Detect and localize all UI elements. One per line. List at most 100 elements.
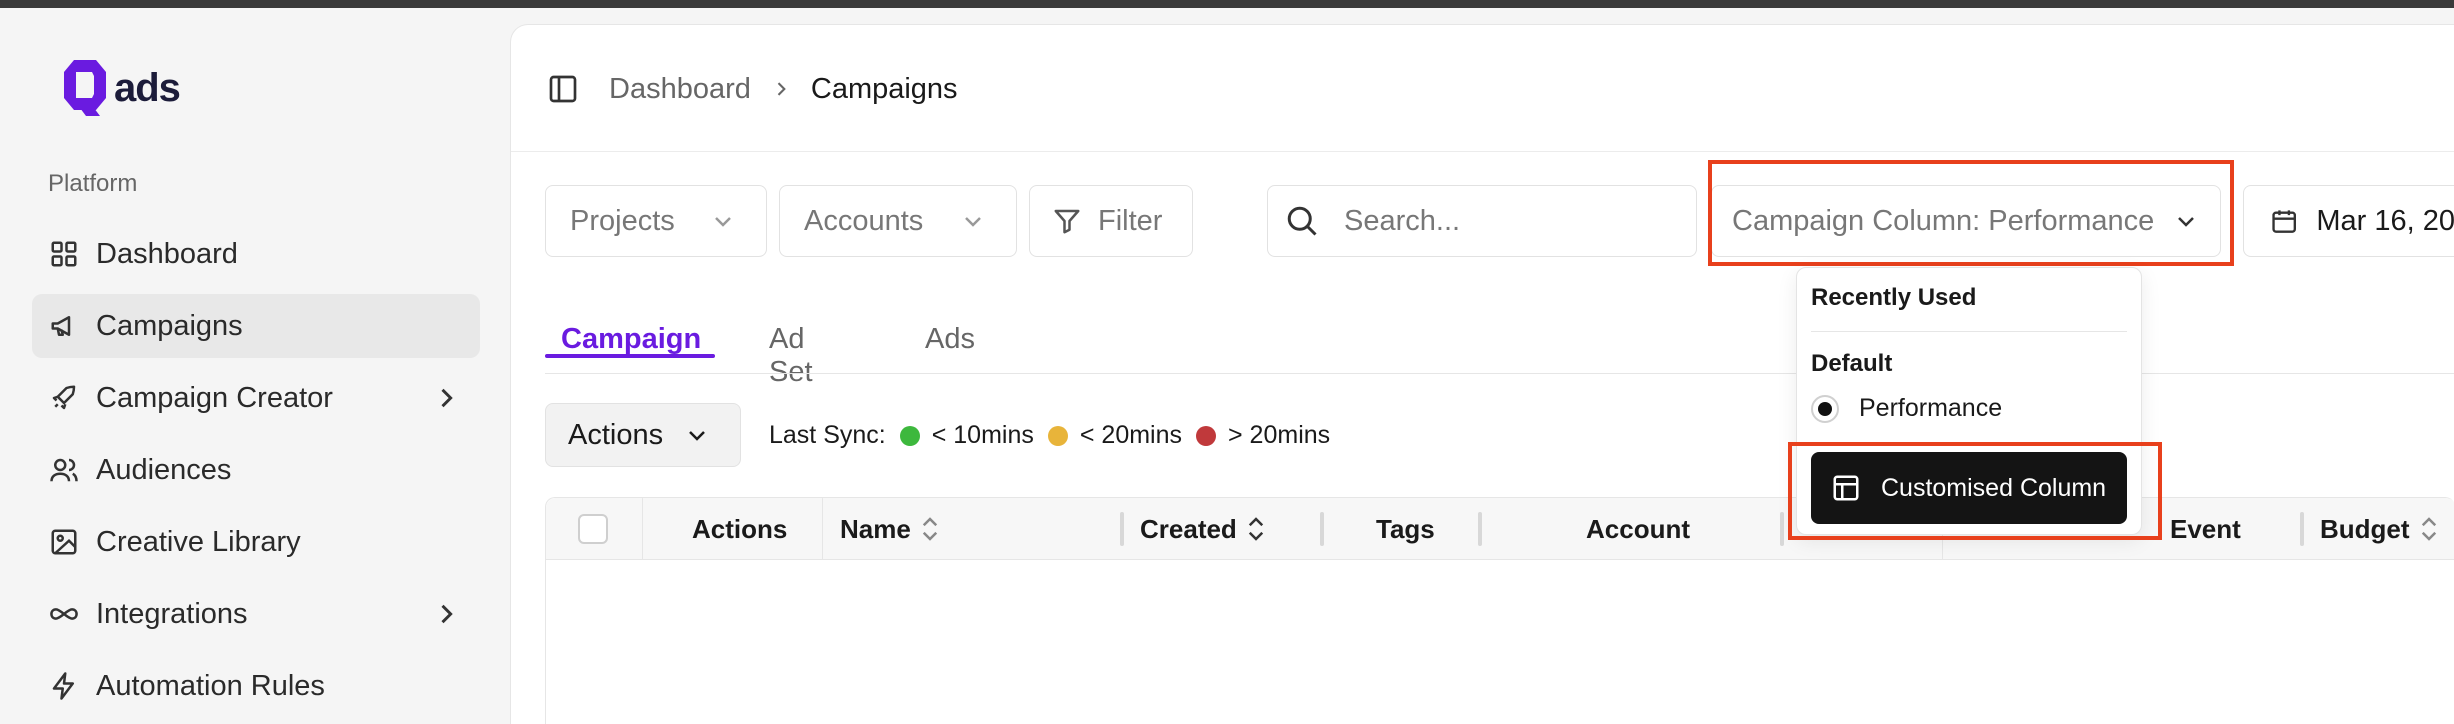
sidebar-item-label: Campaigns: [96, 309, 243, 342]
users-icon: [48, 454, 80, 486]
bolt-icon: [48, 670, 80, 702]
sidebar-item-label: Dashboard: [96, 237, 238, 270]
accounts-label: Accounts: [804, 204, 924, 237]
sidebar-item-label: Campaign Creator: [96, 381, 333, 414]
tabs-divider: [545, 373, 2454, 374]
column-preset-menu: Recently Used Default Performance Custom…: [1796, 267, 2142, 535]
column-header-created[interactable]: Created: [1140, 498, 1267, 560]
image-icon: [48, 526, 80, 558]
column-header-budget[interactable]: Budget: [2320, 498, 2440, 560]
sync-status-yellow-dot: [1047, 425, 1068, 446]
filter-icon: [1054, 209, 1080, 234]
campaign-column-label: Campaign Column: Performance: [1732, 204, 2155, 237]
logo-text: ads: [114, 65, 181, 110]
filter-label: Filter: [1098, 204, 1163, 237]
select-all-checkbox[interactable]: [578, 514, 608, 544]
customised-column-label: Customised Column: [1881, 473, 2107, 502]
tab-ads[interactable]: Ads: [925, 323, 975, 383]
sidebar-item-label: Automation Rules: [96, 669, 325, 702]
column-header-event: Event: [2170, 498, 2241, 560]
logo[interactable]: ads: [60, 58, 181, 118]
last-sync-label: Last Sync:: [769, 421, 886, 449]
radio-selected[interactable]: [1811, 394, 1839, 423]
chevron-right-icon: [777, 82, 786, 96]
sidebar-item-campaign-creator[interactable]: Campaign Creator: [32, 366, 480, 430]
sidebar-toggle-icon[interactable]: [547, 73, 579, 105]
sync-level-stale: > 20mins: [1228, 421, 1331, 449]
column-header-label: Name: [840, 513, 911, 544]
sidebar-item-automation-rules[interactable]: Automation Rules: [32, 654, 480, 718]
sort-icon[interactable]: [1245, 514, 1267, 544]
sidebar-item-dashboard[interactable]: Dashboard: [32, 222, 480, 286]
rocket-icon: [48, 382, 80, 414]
column-resize-handle[interactable]: [1478, 512, 1482, 546]
chevron-down-icon: [714, 217, 731, 227]
table-header: Actions Name Created Tags Account Event …: [546, 498, 2454, 560]
actions-button[interactable]: Actions: [545, 403, 741, 467]
date-range-picker[interactable]: Mar 16, 20: [2243, 185, 2454, 257]
search-input[interactable]: Search...: [1267, 185, 1697, 257]
sync-level-fresh: < 10mins: [931, 421, 1034, 449]
breadcrumb-parent[interactable]: Dashboard: [609, 73, 751, 106]
tab-ad-set[interactable]: Ad Set: [769, 323, 813, 388]
column-header-label: Created: [1140, 513, 1237, 544]
search-placeholder: Search...: [1344, 204, 1461, 237]
sidebar-item-integrations[interactable]: Integrations: [32, 582, 480, 646]
filter-button[interactable]: Filter: [1029, 185, 1193, 257]
date-range-label: Mar 16, 20: [2316, 204, 2454, 237]
sync-status-red-dot: [1196, 425, 1217, 446]
column-header-account: Account: [1586, 498, 1690, 560]
sync-status-green-dot: [899, 425, 920, 446]
column-header-tags: Tags: [1376, 498, 1435, 560]
projects-dropdown[interactable]: Projects: [545, 185, 767, 257]
breadcrumb-current: Campaigns: [810, 72, 958, 105]
column-header-actions: Actions: [692, 498, 787, 560]
tab-campaign[interactable]: Campaign: [561, 323, 701, 383]
column-divider: [642, 498, 643, 560]
calendar-icon: [2272, 210, 2296, 233]
accounts-dropdown[interactable]: Accounts: [779, 185, 1017, 257]
column-resize-handle[interactable]: [2300, 512, 2304, 546]
sort-icon[interactable]: [2418, 514, 2440, 544]
sidebar-item-label: Creative Library: [96, 525, 301, 558]
chevron-down-icon: [965, 217, 982, 227]
preset-option-performance[interactable]: Performance: [1811, 394, 2002, 423]
actions-label: Actions: [568, 418, 664, 451]
chevron-down-icon: [689, 431, 705, 441]
recently-used-heading: Recently Used: [1811, 284, 1977, 311]
search-icon: [1287, 206, 1317, 236]
last-sync-legend: Last Sync: < 10mins < 20mins > 20mins: [769, 421, 1330, 450]
infinity-icon: [48, 598, 80, 630]
header-divider: [511, 151, 2454, 152]
column-header-label: Account: [1586, 513, 1690, 544]
sidebar-item-audiences[interactable]: Audiences: [32, 438, 480, 502]
column-header-label: Budget: [2320, 513, 2410, 544]
main-panel: Dashboard Campaigns Projects Accounts Fi…: [510, 24, 2454, 724]
sidebar: ads Platform Dashboard Campaigns Campaig…: [0, 8, 510, 724]
campaigns-table: Actions Name Created Tags Account Event …: [545, 497, 2454, 724]
breadcrumb: Dashboard Campaigns: [547, 69, 958, 109]
chevron-down-icon: [2178, 217, 2195, 227]
menu-divider: [1811, 331, 2127, 332]
sort-icon[interactable]: [919, 514, 941, 544]
preset-option-label: Performance: [1859, 394, 2003, 422]
campaign-column-select[interactable]: Campaign Column: Performance: [1711, 185, 2221, 257]
table-layout-icon: [1833, 475, 1859, 501]
sidebar-item-creative-library[interactable]: Creative Library: [32, 510, 480, 574]
megaphone-icon: [48, 310, 80, 342]
sync-level-medium: < 20mins: [1079, 421, 1183, 449]
sidebar-item-label: Audiences: [96, 453, 232, 486]
column-resize-handle[interactable]: [1320, 512, 1324, 546]
chevron-right-icon[interactable]: [432, 600, 460, 628]
default-heading: Default: [1811, 350, 1893, 377]
column-divider: [822, 498, 823, 560]
chevron-right-icon[interactable]: [432, 384, 460, 412]
column-resize-handle[interactable]: [1780, 512, 1784, 546]
customised-column-button[interactable]: Customised Column: [1811, 452, 2127, 524]
grid-icon: [48, 238, 80, 270]
column-header-name[interactable]: Name: [840, 498, 941, 560]
window-top-bar: [0, 0, 2454, 8]
sidebar-item-campaigns[interactable]: Campaigns: [32, 294, 480, 358]
column-resize-handle[interactable]: [1120, 512, 1124, 546]
active-tab-indicator: [545, 354, 715, 358]
